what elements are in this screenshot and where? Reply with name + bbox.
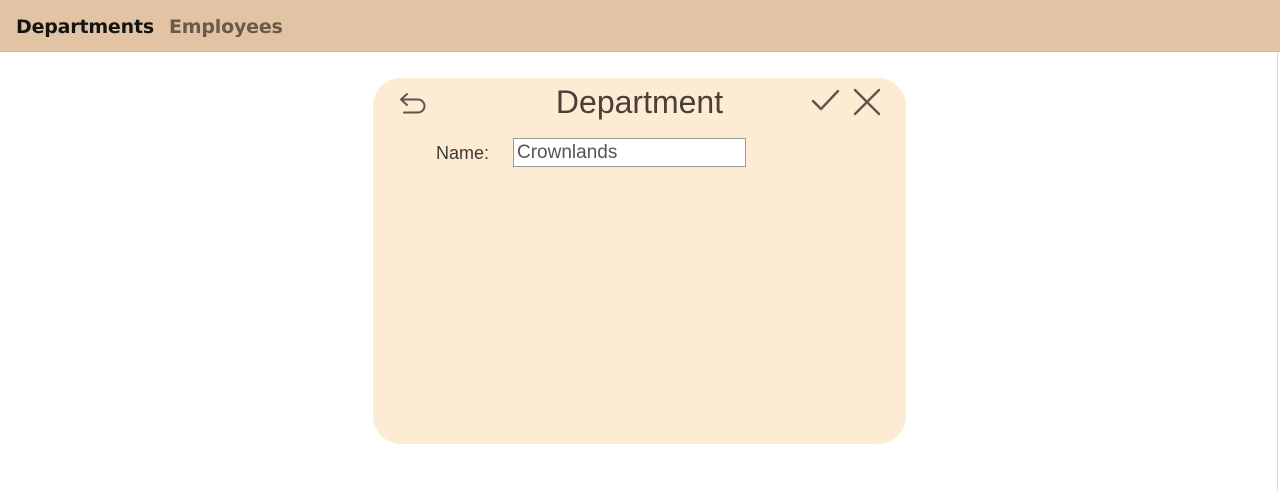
checkmark-icon[interactable] bbox=[811, 88, 841, 114]
nav-departments-link[interactable]: Departments bbox=[16, 14, 154, 40]
department-dialog bbox=[373, 78, 906, 444]
page-edge-divider bbox=[1277, 52, 1278, 491]
top-nav-bar: Departments Employees bbox=[0, 0, 1280, 52]
name-input[interactable] bbox=[513, 138, 746, 167]
name-field-label: Name: bbox=[436, 143, 490, 163]
nav-employees-link[interactable]: Employees bbox=[169, 14, 283, 40]
undo-arrow-icon[interactable] bbox=[398, 90, 430, 116]
close-icon[interactable] bbox=[852, 87, 882, 117]
